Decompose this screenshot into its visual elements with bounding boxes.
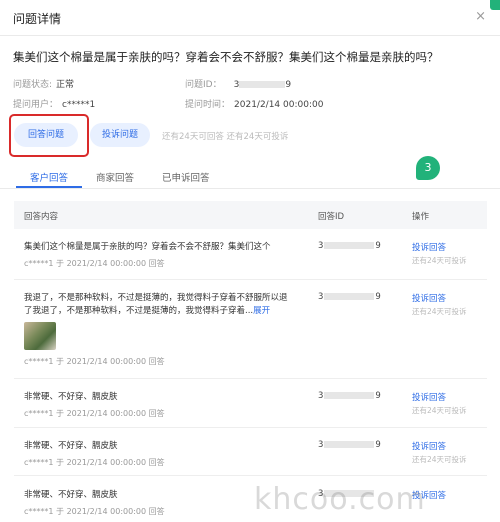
user-label: 提问用户： bbox=[13, 100, 59, 110]
tab-appealed-answers[interactable]: 已申诉回答 bbox=[162, 170, 210, 184]
answer-question-button[interactable]: 回答问题 bbox=[14, 123, 78, 147]
question-time: 提问时间： 2021/2/14 00:00:00 bbox=[185, 97, 323, 110]
answer-byline: c*****1 于 2021/2/14 00:00:00 回答 bbox=[24, 458, 165, 467]
question-text: 集美们这个棉量是属于亲肤的吗？穿着会不会不舒服？集美们这个棉量是亲肤的吗？ bbox=[13, 50, 439, 64]
answer-id-prefix: 3 bbox=[318, 292, 324, 302]
answer-byline: c*****1 于 2021/2/14 00:00:00 回答 bbox=[24, 409, 165, 418]
time-value: 2021/2/14 00:00:00 bbox=[234, 100, 324, 110]
answer-id: 39 bbox=[318, 391, 381, 401]
answer-id-suffix: 9 bbox=[375, 391, 381, 401]
status-value: 正常 bbox=[56, 80, 75, 90]
complain-answer-link[interactable]: 投诉回答 bbox=[412, 241, 446, 253]
tab-merchant-answers[interactable]: 商家回答 bbox=[96, 170, 134, 184]
question-status: 问题状态: 正常 bbox=[13, 77, 74, 90]
answer-id-mask bbox=[324, 293, 375, 300]
answer-id: 39 bbox=[318, 292, 381, 302]
table-row: 非常硬、不好穿、膈皮肤 c*****1 于 2021/2/14 00:00:00… bbox=[14, 379, 487, 428]
answer-id-prefix: 3 bbox=[318, 440, 324, 450]
complain-answer-link[interactable]: 投诉回答 bbox=[412, 391, 446, 403]
column-header-action: 操作 bbox=[412, 212, 430, 222]
user-value: c*****1 bbox=[62, 100, 96, 110]
answer-content: 非常硬、不好穿、膈皮肤 bbox=[24, 392, 118, 402]
answer-id: 39 bbox=[318, 241, 381, 251]
step-badge: 3 bbox=[416, 156, 440, 180]
answer-id-suffix: 9 bbox=[375, 241, 381, 251]
answer-content: 集美们这个棉量是属于亲肤的吗？穿着会不会不舒服？集美们这个 bbox=[24, 242, 271, 252]
table-header: 回答内容 回答ID 操作 bbox=[14, 201, 487, 229]
expand-link[interactable]: 展开 bbox=[253, 306, 270, 316]
complain-days-hint: 还有24天可投诉 bbox=[412, 307, 467, 316]
answer-id: 39 bbox=[318, 440, 381, 450]
answer-id-mask bbox=[324, 441, 375, 448]
complain-answer-link[interactable]: 投诉回答 bbox=[412, 292, 446, 304]
close-icon[interactable]: × bbox=[475, 9, 486, 24]
answer-content: 我退了，不是那种软料，不过是挺薄的，我觉得料子穿着不舒服所以退了我退了，不是那种… bbox=[24, 292, 294, 318]
answer-byline: c*****1 于 2021/2/14 00:00:00 回答 bbox=[24, 507, 165, 516]
site-watermark: khcoo.com bbox=[254, 482, 426, 517]
dialog-header: 问题详情 × bbox=[0, 0, 500, 36]
complain-days-hint: 还有24天可投诉 bbox=[412, 406, 467, 415]
answer-content: 非常硬、不好穿、膈皮肤 bbox=[24, 441, 118, 451]
question-user: 提问用户： c*****1 bbox=[13, 97, 95, 110]
status-label: 问题状态: bbox=[13, 80, 53, 90]
answer-byline: c*****1 于 2021/2/14 00:00:00 回答 bbox=[24, 357, 165, 366]
answer-content-text: 我退了，不是那种软料，不过是挺薄的，我觉得料子穿着不舒服所以退了我退了，不是那种… bbox=[24, 293, 288, 316]
answer-photo[interactable] bbox=[24, 322, 56, 350]
tabs-divider bbox=[0, 188, 500, 189]
column-header-content: 回答内容 bbox=[24, 212, 59, 222]
dialog-title: 问题详情 bbox=[13, 12, 62, 26]
answer-id-mask bbox=[324, 392, 375, 399]
time-label: 提问时间： bbox=[185, 100, 231, 110]
answer-byline: c*****1 于 2021/2/14 00:00:00 回答 bbox=[24, 259, 165, 268]
id-label: 问题ID： bbox=[185, 80, 222, 90]
table-row: 我退了，不是那种软料，不过是挺薄的，我觉得料子穿着不舒服所以退了我退了，不是那种… bbox=[14, 280, 487, 379]
answer-id-mask bbox=[324, 242, 375, 249]
corner-badge bbox=[490, 0, 500, 10]
answer-id-suffix: 9 bbox=[375, 292, 381, 302]
table-row: 集美们这个棉量是属于亲肤的吗？穿着会不会不舒服？集美们这个 c*****1 于 … bbox=[14, 229, 487, 280]
complain-answer-link[interactable]: 投诉回答 bbox=[412, 440, 446, 452]
question-id: 问题ID： 3 9 bbox=[185, 77, 291, 90]
table-row: 非常硬、不好穿、膈皮肤 c*****1 于 2021/2/14 00:00:00… bbox=[14, 428, 487, 476]
days-remaining-hint: 还有24天可回答 还有24天可投诉 bbox=[162, 132, 289, 142]
answer-id-prefix: 3 bbox=[318, 241, 324, 251]
complain-question-button[interactable]: 投诉问题 bbox=[90, 123, 150, 147]
answer-id-suffix: 9 bbox=[375, 440, 381, 450]
complain-days-hint: 还有24天可投诉 bbox=[412, 455, 467, 464]
answer-id-prefix: 3 bbox=[318, 391, 324, 401]
tab-customer-answers[interactable]: 客户回答 bbox=[30, 170, 68, 184]
id-suffix: 9 bbox=[285, 80, 292, 90]
column-header-answer-id: 回答ID bbox=[318, 212, 345, 222]
complain-days-hint: 还有24天可投诉 bbox=[412, 256, 467, 265]
id-mask bbox=[239, 81, 286, 88]
